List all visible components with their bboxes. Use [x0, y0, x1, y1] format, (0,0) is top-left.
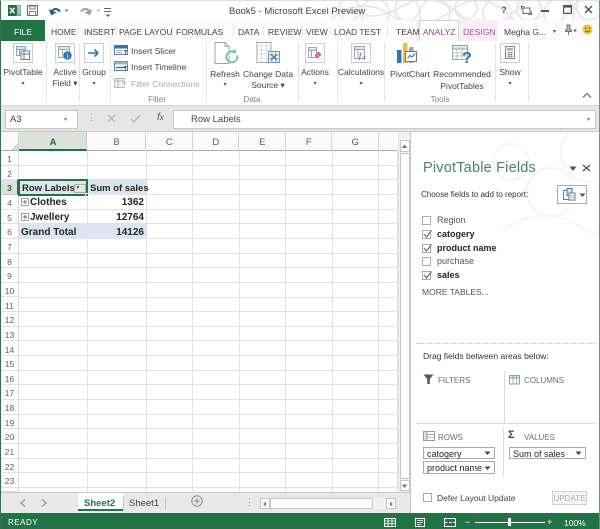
svg-text:?: ? — [462, 50, 472, 67]
svg-text:x: x — [362, 56, 366, 61]
svg-text:i: i — [67, 52, 69, 60]
